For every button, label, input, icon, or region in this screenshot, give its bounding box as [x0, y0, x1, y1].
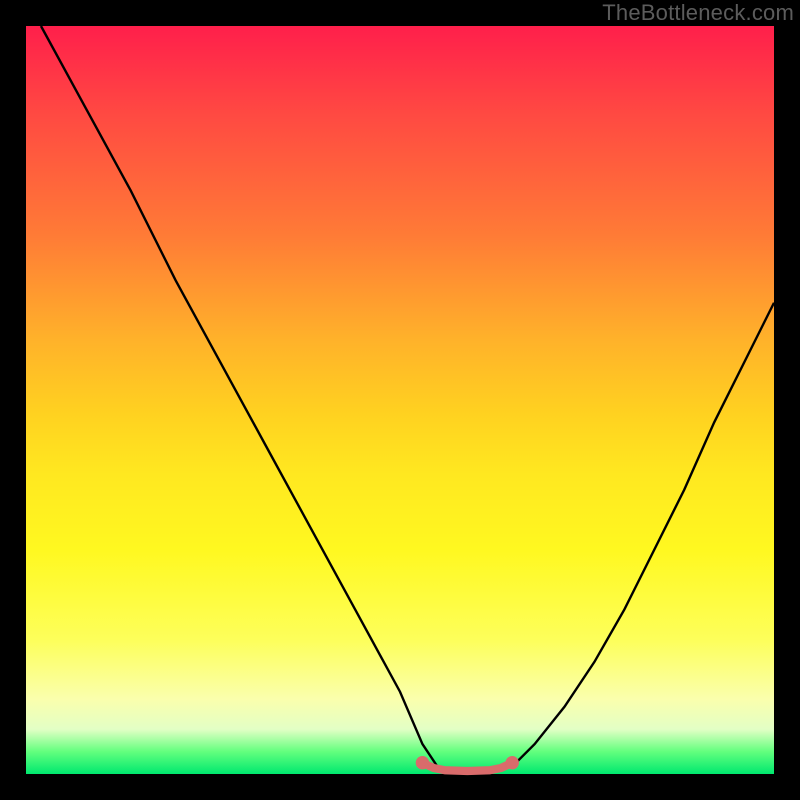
trough-end-dot — [505, 756, 518, 769]
watermark-text: TheBottleneck.com — [602, 0, 794, 26]
chart-svg — [26, 26, 774, 774]
right-curve-path — [512, 303, 774, 767]
left-curve-path — [41, 26, 437, 767]
chart-frame: TheBottleneck.com — [0, 0, 800, 800]
trough-end-dot — [416, 756, 429, 769]
curve-layer — [41, 26, 774, 771]
chart-plot-area — [26, 26, 774, 774]
